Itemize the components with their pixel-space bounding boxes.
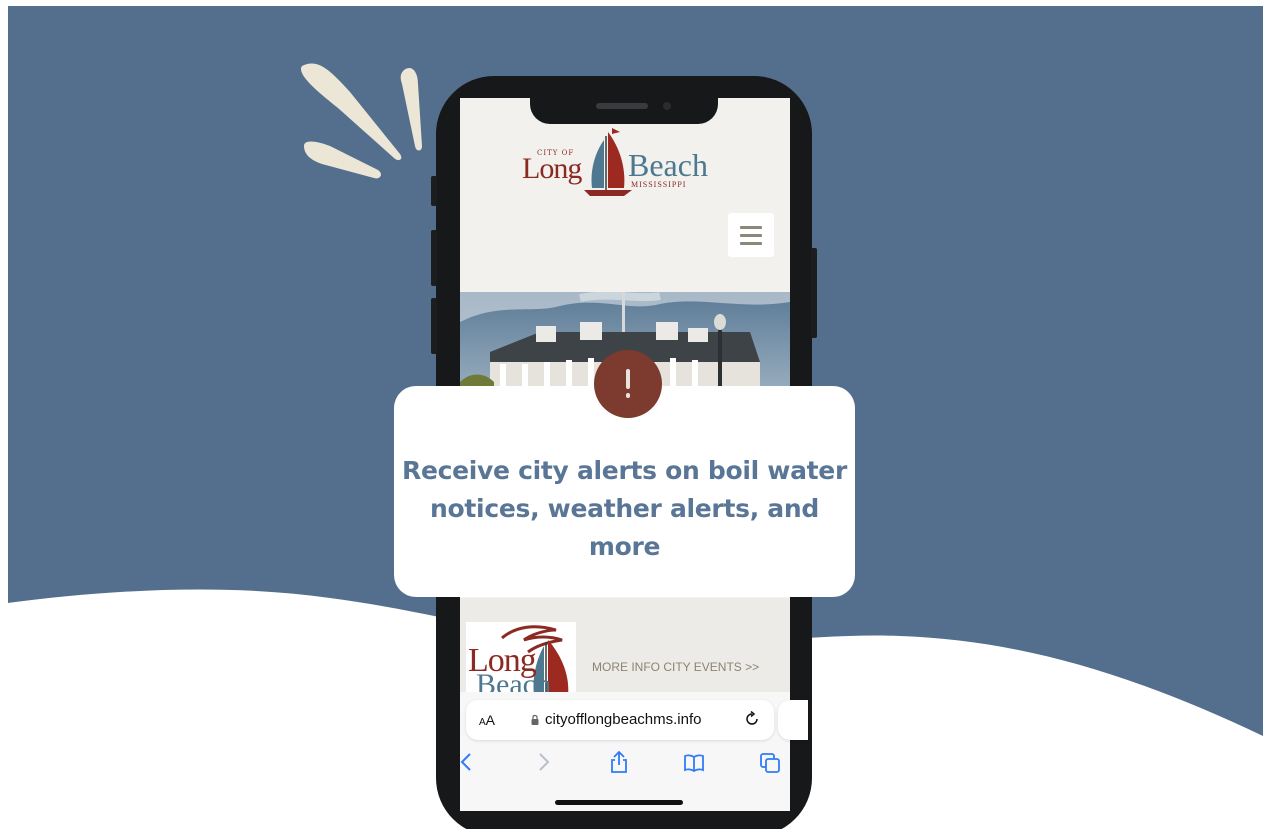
exclamation-icon: [594, 350, 662, 418]
url-text[interactable]: cityofflongbeachms.info: [545, 711, 701, 728]
bookmarks-icon[interactable]: [683, 750, 705, 774]
back-icon[interactable]: [456, 750, 478, 774]
lock-icon: [531, 714, 539, 725]
reload-icon[interactable]: [744, 711, 760, 727]
menu-button[interactable]: [728, 213, 774, 257]
phone-notch: [530, 98, 718, 124]
phone-camera: [663, 102, 671, 110]
home-indicator: [555, 800, 683, 805]
alert-message: Receive city alerts on boil water notice…: [402, 456, 847, 561]
phone-side-button: [431, 176, 437, 206]
phone-volume-up-button: [431, 230, 437, 286]
phone-power-button: [811, 248, 817, 338]
next-tab-preview[interactable]: [778, 700, 808, 740]
phone-speaker: [596, 103, 648, 109]
forward-icon[interactable]: [532, 750, 554, 774]
share-icon[interactable]: [608, 750, 630, 774]
logo-long: Long: [522, 152, 582, 185]
logo-beach: Beach: [628, 147, 708, 183]
phone-volume-down-button: [431, 298, 437, 354]
promo-graphic: CITY OF Long Beach MISSISSIPPI Long Beac…: [0, 0, 1263, 829]
text-size-button[interactable]: AA: [479, 712, 495, 728]
events-logo[interactable]: Long Beach: [466, 622, 576, 700]
tabs-icon[interactable]: [759, 750, 781, 774]
logo-state: MISSISSIPPI: [631, 180, 687, 189]
more-info-events-link[interactable]: MORE INFO CITY EVENTS >>: [592, 660, 759, 674]
